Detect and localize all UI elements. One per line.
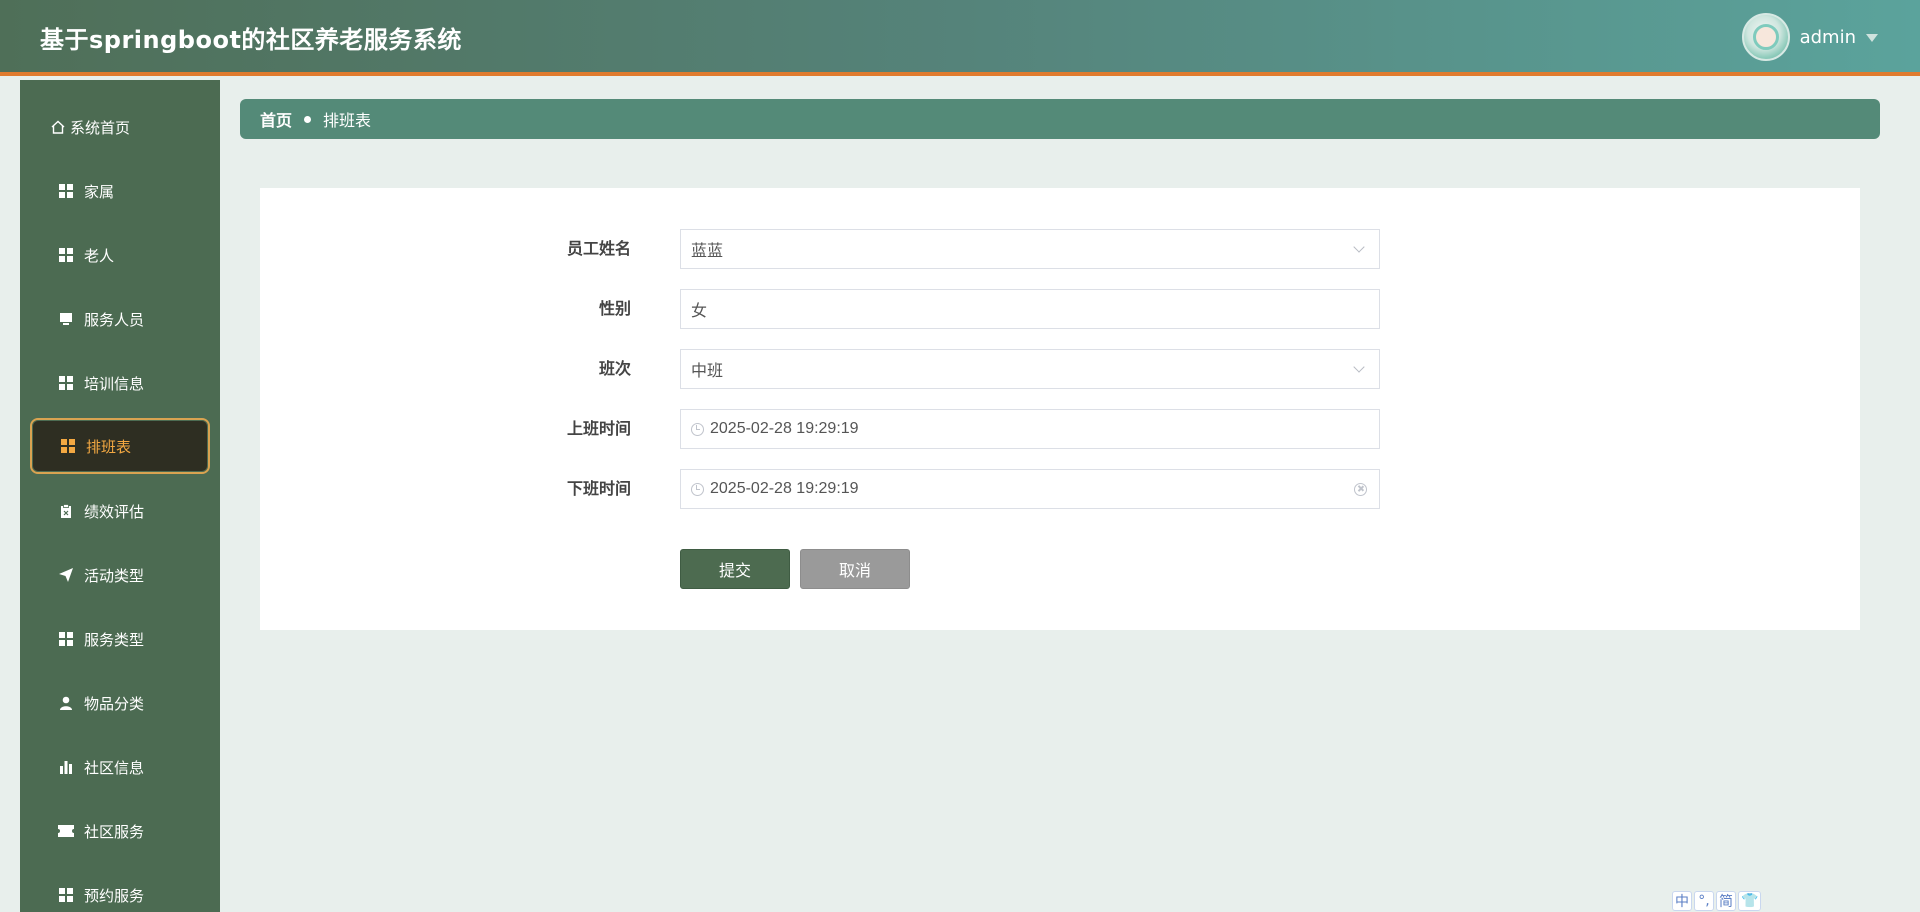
form-row-shift: 班次 中班 <box>260 348 1860 390</box>
sidebar-item-activity-type[interactable]: 活动类型 <box>30 548 210 602</box>
sidebar-item-schedule[interactable]: 排班表 <box>30 418 210 474</box>
staff-name-label: 员工姓名 <box>566 239 631 258</box>
sidebar-item-label: 服务类型 <box>84 630 145 649</box>
home-icon <box>50 119 66 135</box>
sidebar-item-label: 绩效评估 <box>84 502 145 521</box>
sidebar-item-community-info[interactable]: 社区信息 <box>30 740 210 794</box>
chevron-down-icon <box>1353 241 1365 253</box>
start-time-label: 上班时间 <box>566 419 631 438</box>
sidebar-item-label: 社区服务 <box>84 822 145 841</box>
start-time-value: 2025-02-28 19:29:19 <box>710 420 859 437</box>
breadcrumb-separator-icon <box>304 115 312 123</box>
ime-skin-icon[interactable]: 👕 <box>1738 891 1762 911</box>
top-header: 基于springboot的社区养老服务系统 admin <box>0 0 1920 76</box>
sidebar-item-label: 排班表 <box>86 437 132 456</box>
form-row-gender: 性别 女 <box>260 288 1860 330</box>
grid-icon <box>58 887 74 903</box>
avatar-face <box>1752 24 1779 50</box>
grid-icon <box>58 183 74 199</box>
sidebar-item-label: 活动类型 <box>84 566 145 585</box>
monitor-icon <box>58 311 74 327</box>
grid-icon <box>60 438 76 454</box>
sidebar-item-home[interactable]: 系统首页 <box>30 100 210 154</box>
sidebar-item-label: 培训信息 <box>84 374 145 393</box>
sidebar-item-label: 系统首页 <box>70 118 131 137</box>
start-time-picker[interactable]: 2025-02-28 19:29:19 <box>680 409 1380 449</box>
staff-name-value: 蓝蓝 <box>691 241 724 260</box>
chevron-down-icon <box>1353 361 1365 373</box>
ime-script-toggle[interactable]: 简 <box>1716 891 1736 911</box>
sidebar-item-label: 预约服务 <box>84 886 145 905</box>
end-time-label: 下班时间 <box>566 479 631 498</box>
staff-name-select[interactable]: 蓝蓝 <box>680 229 1380 269</box>
paper-plane-icon <box>58 567 74 583</box>
sidebar-item-performance[interactable]: 绩效评估 <box>30 484 210 538</box>
sidebar-item-booking-service[interactable]: 预约服务 <box>30 868 210 912</box>
sidebar-item-label: 老人 <box>84 246 115 265</box>
grid-icon <box>58 375 74 391</box>
gender-label: 性别 <box>598 299 631 318</box>
cancel-button[interactable]: 取消 <box>800 549 910 589</box>
clear-icon[interactable] <box>1354 482 1367 496</box>
gender-value: 女 <box>691 301 708 320</box>
grid-icon <box>58 631 74 647</box>
avatar[interactable] <box>1741 13 1790 61</box>
shift-label: 班次 <box>598 359 631 378</box>
sidebar-item-staff[interactable]: 服务人员 <box>30 292 210 346</box>
ime-toolbar[interactable]: 中 °, 简 👕 <box>1672 890 1768 912</box>
ime-punct-toggle[interactable]: °, <box>1694 891 1714 911</box>
sidebar: 系统首页 家属 老人 服务人员 培训信息 排班表 绩效评估 活动类型 服务类型 … <box>20 80 220 912</box>
sidebar-item-training[interactable]: 培训信息 <box>30 356 210 410</box>
sidebar-item-community-service[interactable]: 社区服务 <box>30 804 210 858</box>
sidebar-item-label: 社区信息 <box>84 758 145 777</box>
breadcrumb-home[interactable]: 首页 <box>260 107 292 131</box>
shift-select[interactable]: 中班 <box>680 349 1380 389</box>
clock-icon <box>691 482 704 496</box>
end-time-picker[interactable]: 2025-02-28 19:29:19 <box>680 469 1380 509</box>
schedule-form-card: 员工姓名 蓝蓝 性别 女 班次 中班 上班时间 2025-02-28 19:29… <box>260 188 1860 630</box>
user-name[interactable]: admin <box>1800 27 1856 48</box>
sidebar-item-family[interactable]: 家属 <box>30 164 210 218</box>
ime-lang-toggle[interactable]: 中 <box>1672 891 1692 911</box>
ticket-icon <box>58 823 74 839</box>
user-icon <box>58 695 74 711</box>
grid-icon <box>58 247 74 263</box>
form-row-start-time: 上班时间 2025-02-28 19:29:19 <box>260 408 1860 450</box>
clipboard-icon <box>58 503 74 519</box>
user-menu[interactable]: admin <box>1741 12 1878 62</box>
sidebar-item-service-type[interactable]: 服务类型 <box>30 612 210 666</box>
app-title: 基于springboot的社区养老服务系统 <box>40 26 462 54</box>
sidebar-item-item-category[interactable]: 物品分类 <box>30 676 210 730</box>
sidebar-item-label: 服务人员 <box>84 310 145 329</box>
caret-down-icon[interactable] <box>1866 34 1878 42</box>
gender-input[interactable]: 女 <box>680 289 1380 329</box>
sidebar-item-label: 家属 <box>84 182 115 201</box>
bar-chart-icon <box>58 759 74 775</box>
shift-value: 中班 <box>691 361 724 380</box>
breadcrumb: 首页 排班表 <box>240 99 1880 139</box>
sidebar-item-label: 物品分类 <box>84 694 145 713</box>
end-time-value: 2025-02-28 19:29:19 <box>710 480 859 497</box>
form-row-end-time: 下班时间 2025-02-28 19:29:19 <box>260 468 1860 510</box>
form-row-staff-name: 员工姓名 蓝蓝 <box>260 228 1860 270</box>
submit-button[interactable]: 提交 <box>680 549 790 589</box>
breadcrumb-current: 排班表 <box>323 111 372 130</box>
clock-icon <box>691 422 704 436</box>
sidebar-item-elderly[interactable]: 老人 <box>30 228 210 282</box>
